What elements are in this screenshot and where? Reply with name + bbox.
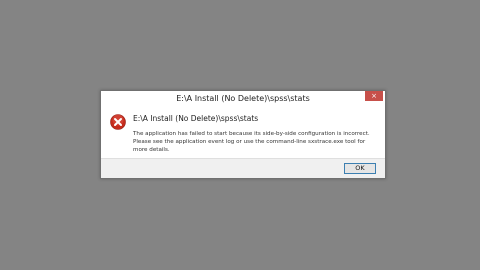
error-message: The application has failed to start beca… [133, 131, 370, 153]
desktop-background: E:\A Install (No Delete)\spss\stats × E:… [0, 0, 480, 270]
title-bar[interactable]: E:\A Install (No Delete)\spss\stats × [101, 91, 385, 108]
ok-button[interactable]: OK [344, 163, 376, 174]
error-dialog: E:\A Install (No Delete)\spss\stats × E:… [100, 90, 386, 179]
dialog-footer: OK [101, 158, 385, 178]
close-button[interactable]: × [365, 91, 383, 101]
dialog-title: E:\A Install (No Delete)\spss\stats [176, 94, 310, 103]
error-icon [110, 114, 126, 130]
dialog-content: E:\A Install (No Delete)\spss\stats The … [101, 108, 385, 158]
error-heading: E:\A Install (No Delete)\spss\stats [133, 114, 259, 123]
